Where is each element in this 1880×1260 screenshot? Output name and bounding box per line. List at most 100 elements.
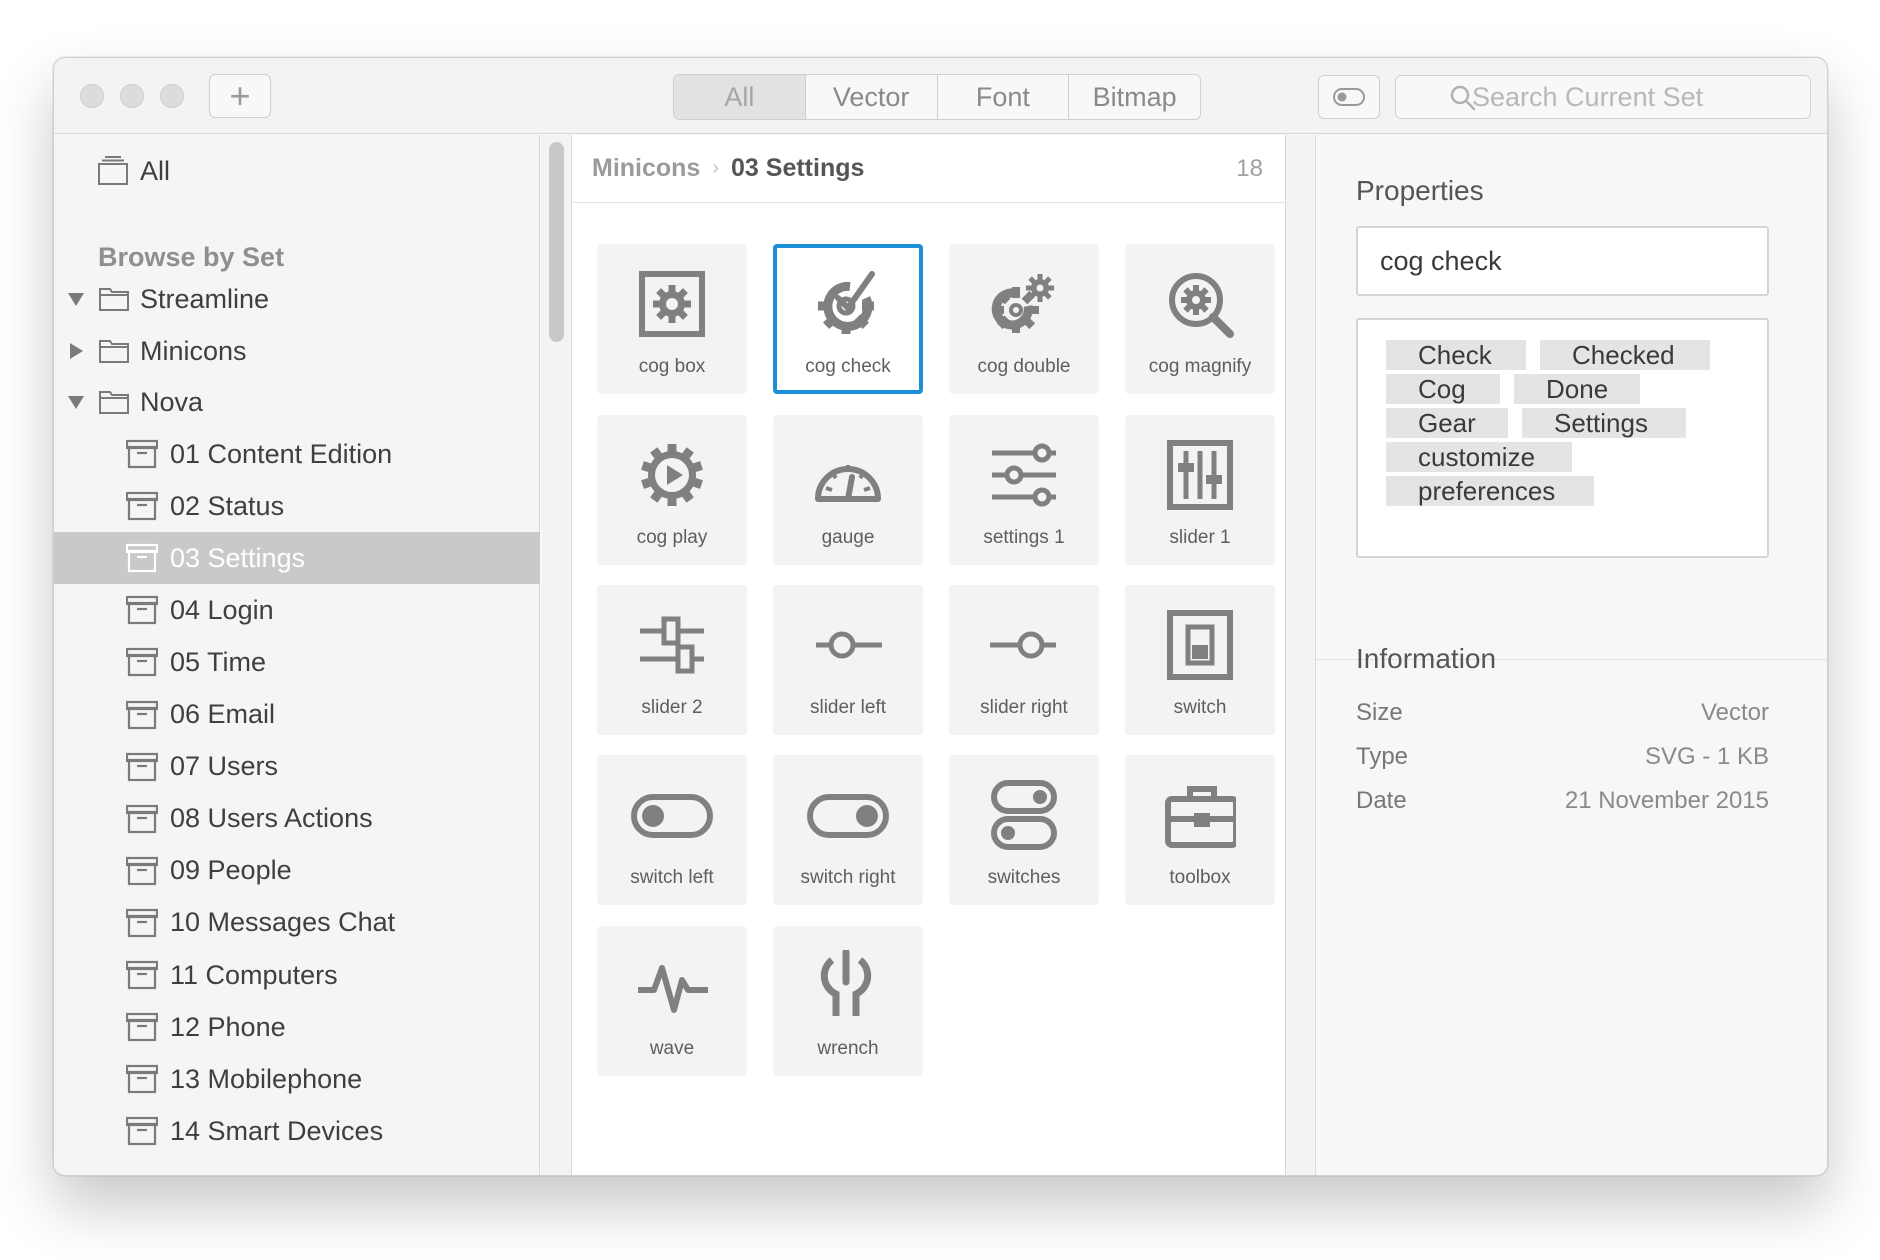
icon-tile[interactable]: switch right [773, 755, 923, 905]
cog-box-icon [639, 271, 705, 337]
icon-tile-label: slider left [809, 697, 887, 718]
icon-tile[interactable]: slider 2 [597, 585, 747, 735]
sidebar-item-all[interactable]: All [54, 145, 540, 197]
disclosure-down-icon[interactable] [68, 396, 84, 409]
archive-box-icon [126, 1064, 158, 1094]
properties-heading: Properties [1356, 175, 1484, 206]
icon-tile[interactable]: slider right [949, 585, 1099, 735]
close-window-button[interactable] [80, 84, 104, 108]
sidebar-item-minicons[interactable]: Minicons [54, 325, 540, 377]
tag-token[interactable]: Check [1386, 340, 1526, 370]
info-key: Date [1356, 787, 1407, 814]
sidebar-item-label: Nova [140, 386, 204, 417]
cog-check-icon [818, 271, 875, 334]
icon-tile[interactable]: cog box [597, 244, 747, 394]
sidebar-item-set[interactable]: 01 Content Edition [54, 428, 540, 480]
panel-divider [1286, 135, 1316, 1175]
sidebar-item-set[interactable]: 04 Login [54, 584, 540, 636]
sidebar-item-set[interactable]: 02 Status [54, 480, 540, 532]
icon-tile-label: wrench [817, 1038, 879, 1059]
icon-browser: Minicons › 03 Settings 18 cog box cog che… [572, 135, 1286, 1175]
tag-token[interactable]: Checked [1540, 340, 1710, 370]
sidebar-item-label: 02 Status [170, 490, 285, 521]
tag-token[interactable]: Settings [1522, 408, 1686, 438]
archive-box-icon [126, 1116, 158, 1146]
tags-field[interactable]: Check Checked Cog Done Gear Settings cus… [1356, 318, 1769, 558]
icon-tile[interactable]: cog double [949, 244, 1099, 394]
folder-icon [98, 389, 130, 415]
slider-vertical-icon [640, 616, 704, 674]
sidebar-item-set[interactable]: 05 Time [54, 636, 540, 688]
sidebar-item-set[interactable]: 11 Computers [54, 949, 540, 1001]
filter-bitmap-tab[interactable]: Bitmap [1069, 75, 1200, 119]
icon-tile-label: slider 2 [641, 697, 703, 718]
breadcrumb-parent[interactable]: Minicons [592, 154, 700, 183]
filter-font-tab[interactable]: Font [938, 75, 1070, 119]
icon-tile[interactable]: gauge [773, 415, 923, 565]
icon-tile[interactable]: slider left [773, 585, 923, 735]
wave-icon [638, 965, 708, 1013]
disclosure-down-icon[interactable] [68, 293, 84, 306]
tag-token[interactable]: Gear [1386, 408, 1508, 438]
sidebar-item-set[interactable]: 06 Email [54, 689, 540, 741]
tag-token[interactable]: customize [1386, 442, 1572, 472]
icon-tile-label: cog double [977, 356, 1071, 377]
sidebar-item-set[interactable]: 09 People [54, 845, 540, 897]
sidebar-item-set[interactable]: 10 Messages Chat [54, 897, 540, 949]
sidebar-item-set[interactable]: 13 Mobilephone [54, 1053, 540, 1105]
disclosure-right-icon[interactable] [70, 343, 83, 359]
icon-tile[interactable]: switches [949, 755, 1099, 905]
archive-box-icon [126, 960, 158, 990]
icon-tile[interactable]: toolbox [1125, 755, 1275, 905]
info-row-date: Date 21 November 2015 [1356, 787, 1769, 821]
icon-tile-label: cog magnify [1148, 356, 1252, 377]
information-heading: Information [1356, 643, 1497, 674]
toggle-panel-button[interactable] [1318, 75, 1380, 119]
info-value: 21 November 2015 [1564, 787, 1769, 814]
icon-tile-label: switch left [630, 867, 714, 888]
filter-vector-tab[interactable]: Vector [806, 75, 938, 119]
icon-tile[interactable]: cog magnify [1125, 244, 1275, 394]
icon-tile[interactable]: wrench [773, 926, 923, 1076]
cog-magnify-icon [1169, 273, 1234, 338]
cog-play-icon [641, 444, 703, 506]
sidebar-item-set[interactable]: 12 Phone [54, 1001, 540, 1053]
sidebar-item-set[interactable]: 07 Users [54, 741, 540, 793]
sidebar: All Browse by Set Streamline Minicons No… [54, 135, 540, 1175]
zoom-window-button[interactable] [160, 84, 184, 108]
icon-tile-label: switch [1173, 697, 1227, 718]
icon-name-field[interactable] [1356, 226, 1769, 296]
tag-token[interactable]: Cog [1386, 374, 1500, 404]
sidebar-item-nova[interactable]: Nova [54, 376, 540, 428]
sidebar-item-set[interactable]: 14 Smart Devices [54, 1105, 540, 1157]
sidebar-item-streamline[interactable]: Streamline [54, 273, 540, 325]
icon-tile[interactable]: slider 1 [1125, 415, 1275, 565]
folder-icon [98, 286, 130, 312]
tag-token[interactable]: preferences [1386, 476, 1594, 506]
icon-tile[interactable]: cog check [773, 244, 923, 394]
icon-tile[interactable]: switch left [597, 755, 747, 905]
search-icon [1450, 85, 1476, 111]
sidebar-scrollbar-thumb[interactable] [549, 142, 564, 342]
add-button[interactable]: + [209, 74, 271, 118]
inspector-panel: Properties Check Checked Cog Done Gear S… [1316, 135, 1827, 1175]
tag-token[interactable]: Done [1514, 374, 1640, 404]
icon-tile[interactable]: switch [1125, 585, 1275, 735]
minimize-window-button[interactable] [120, 84, 144, 108]
sidebar-item-label: 05 Time [170, 646, 267, 677]
icon-tile[interactable]: cog play [597, 415, 747, 565]
filter-all-tab[interactable]: All [674, 75, 806, 119]
archive-box-icon [126, 439, 158, 469]
sidebar-item-label: 10 Messages Chat [170, 907, 396, 938]
icon-tile[interactable]: wave [597, 926, 747, 1076]
app-window: + All Vector Font Bitmap All Browse by S… [53, 57, 1828, 1176]
slider-box-icon [1167, 440, 1233, 510]
settings-sliders-icon [992, 443, 1056, 507]
breadcrumb-separator: › [712, 157, 720, 179]
sidebar-item-set[interactable]: 08 Users Actions [54, 793, 540, 845]
search-input[interactable] [1472, 81, 1812, 113]
icon-tile[interactable]: settings 1 [949, 415, 1099, 565]
sidebar-item-set[interactable]: 03 Settings [54, 532, 540, 585]
search-field[interactable] [1395, 75, 1812, 119]
folder-icon [98, 338, 130, 364]
